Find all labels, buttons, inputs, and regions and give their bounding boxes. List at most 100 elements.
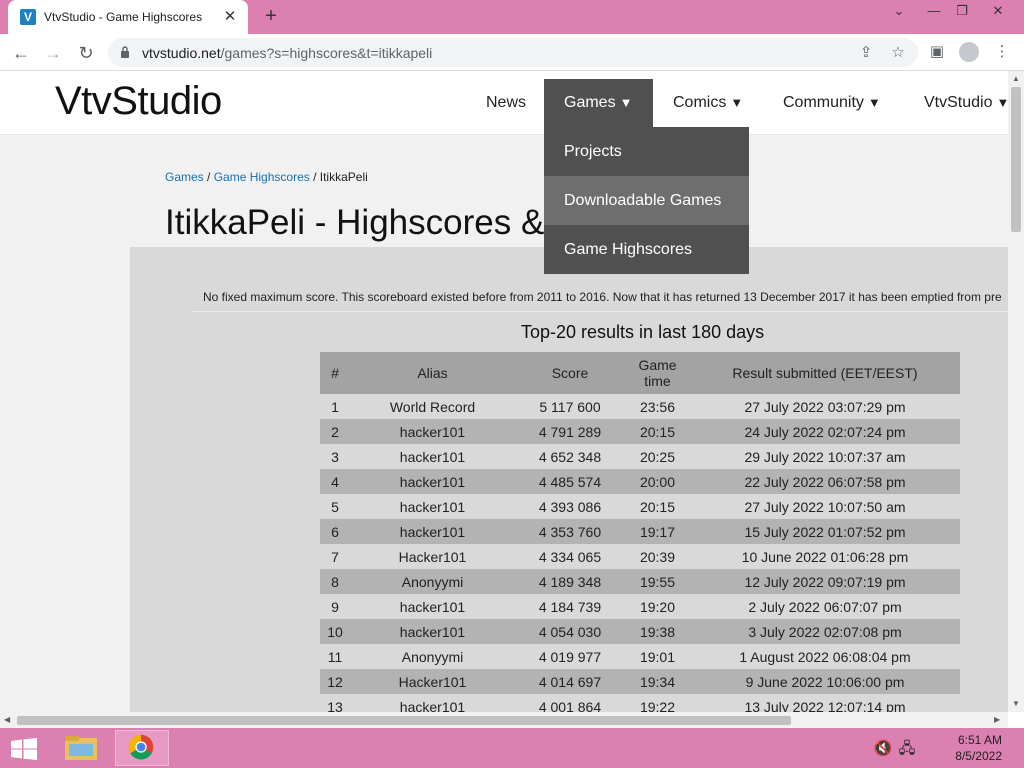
horizontal-scroll-thumb[interactable]: [17, 716, 791, 725]
table-row: 1 World Record 5 117 600 23:56 27 July 2022 …: [320, 394, 960, 419]
cell-alias: hacker101: [350, 444, 515, 469]
cell-rank: 12: [320, 669, 350, 694]
scroll-right-icon[interactable]: ▶: [994, 715, 1000, 724]
new-tab-icon[interactable]: +: [260, 5, 282, 27]
cell-rank: 8: [320, 569, 350, 594]
page-title: ItikkaPeli - Highscores &: [165, 203, 545, 242]
table-header-row: # Alias Score Game time Result submitted …: [320, 352, 960, 394]
scoreboard-notice: No fixed maximum score. This scoreboard …: [203, 290, 1002, 304]
cell-date: 27 July 2022 10:07:50 am: [690, 494, 960, 519]
side-panel-icon[interactable]: ▣: [926, 41, 948, 63]
menu-item-projects[interactable]: Projects: [544, 127, 749, 176]
breadcrumb-games[interactable]: Games: [165, 170, 204, 184]
lock-icon: [121, 46, 129, 58]
cell-score: 4 019 977: [515, 644, 625, 669]
results-subheading: Top-20 results in last 180 days: [521, 322, 765, 342]
cell-date: 10 June 2022 01:06:28 pm: [690, 544, 960, 569]
network-icon[interactable]: 🖧: [896, 738, 918, 760]
cell-rank: 7: [320, 544, 350, 569]
header-score: Score: [515, 352, 625, 394]
menu-item-game-highscores[interactable]: Game Highscores: [544, 225, 749, 274]
cell-time: 23:56: [625, 394, 690, 419]
windows-start-icon[interactable]: [10, 738, 38, 760]
profile-avatar-icon[interactable]: [959, 42, 979, 62]
cell-alias: Hacker101: [350, 544, 515, 569]
browser-tab[interactable]: V VtvStudio - Game Highscores ✕: [8, 0, 248, 34]
nav-vtvstudio[interactable]: VtvStudio ▼: [904, 79, 1008, 127]
nav-news[interactable]: News: [466, 79, 546, 127]
nav-games[interactable]: Games ▼: [544, 79, 653, 127]
cell-time: 20:25: [625, 444, 690, 469]
system-clock[interactable]: 6:51 AM 8/5/2022: [955, 732, 1002, 764]
restore-icon[interactable]: ❐: [944, 0, 980, 24]
tab-title: VtvStudio - Game Highscores: [44, 10, 203, 24]
games-dropdown-menu: Projects Downloadable Games Game Highsco…: [544, 127, 749, 274]
address-bar[interactable]: vtvstudio.net/games?s=highscores&t=itikk…: [108, 38, 918, 67]
cell-alias: hacker101: [350, 519, 515, 544]
table-row: 8 Anonyymi 4 189 348 19:55 12 July 2022 09:0…: [320, 569, 960, 594]
chrome-taskbar-icon[interactable]: [115, 730, 169, 766]
cell-time: 19:20: [625, 594, 690, 619]
header-rank: #: [320, 352, 350, 394]
file-explorer-icon[interactable]: [54, 730, 108, 766]
speaker-muted-icon[interactable]: 🔇: [872, 738, 894, 760]
vertical-scrollbar[interactable]: ▲ ▼: [1008, 71, 1024, 712]
cell-rank: 4: [320, 469, 350, 494]
cell-score: 5 117 600: [515, 394, 625, 419]
header-result-submitted: Result submitted (EET/EEST): [690, 352, 960, 394]
table-row: 7 Hacker101 4 334 065 20:39 10 June 2022 01:…: [320, 544, 960, 569]
vertical-scroll-thumb[interactable]: [1011, 87, 1021, 232]
browser-titlebar: V VtvStudio - Game Highscores ✕ + ⌄ — ❐ …: [0, 0, 1024, 34]
window-close-icon[interactable]: ✕: [980, 0, 1016, 24]
nav-comics[interactable]: Comics ▼: [653, 79, 763, 127]
more-menu-icon[interactable]: ⋮: [991, 41, 1013, 63]
cell-score: 4 054 030: [515, 619, 625, 644]
horizontal-scrollbar[interactable]: ◀ ▶: [0, 712, 1008, 728]
cell-date: 9 June 2022 10:06:00 pm: [690, 669, 960, 694]
cell-alias: Hacker101: [350, 669, 515, 694]
cell-alias: hacker101: [350, 419, 515, 444]
site-favicon-icon: V: [20, 9, 36, 25]
cell-alias: hacker101: [350, 594, 515, 619]
cell-date: 13 July 2022 12:07:14 pm: [690, 694, 960, 712]
cell-score: 4 184 739: [515, 594, 625, 619]
scroll-down-icon[interactable]: ▼: [1012, 699, 1020, 708]
caret-down-icon: ▼: [730, 95, 744, 110]
table-row: 11 Anonyymi 4 019 977 19:01 1 August 2022 06…: [320, 644, 960, 669]
site-logo[interactable]: VtvStudio: [55, 79, 222, 124]
cell-alias: World Record: [350, 394, 515, 419]
cell-date: 22 July 2022 06:07:58 pm: [690, 469, 960, 494]
back-arrow-icon[interactable]: ←: [8, 40, 34, 66]
forward-arrow-icon[interactable]: →: [40, 40, 66, 66]
bookmark-star-icon[interactable]: ☆: [888, 43, 908, 63]
cell-rank: 1: [320, 394, 350, 419]
cell-date: 27 July 2022 03:07:29 pm: [690, 394, 960, 419]
reload-icon[interactable]: ↻: [73, 40, 99, 66]
tab-close-icon[interactable]: ✕: [222, 9, 238, 25]
caret-down-icon: ▼: [996, 95, 1008, 110]
table-row: 6 hacker101 4 353 760 19:17 15 July 2022 01:…: [320, 519, 960, 544]
table-row: 4 hacker101 4 485 574 20:00 22 July 2022 06:…: [320, 469, 960, 494]
cell-score: 4 652 348: [515, 444, 625, 469]
scroll-left-icon[interactable]: ◀: [4, 715, 10, 724]
cell-alias: hacker101: [350, 494, 515, 519]
header-alias: Alias: [350, 352, 515, 394]
menu-item-downloadable-games[interactable]: Downloadable Games: [544, 176, 749, 225]
breadcrumb-highscores[interactable]: Game Highscores: [214, 170, 310, 184]
tab-search-icon[interactable]: ⌄: [881, 0, 917, 24]
cell-score: 4 189 348: [515, 569, 625, 594]
highscores-panel: No fixed maximum score. This scoreboard …: [130, 247, 1008, 712]
cell-score: 4 393 086: [515, 494, 625, 519]
nav-community[interactable]: Community ▼: [763, 79, 901, 127]
cell-alias: Anonyymi: [350, 644, 515, 669]
cell-score: 4 353 760: [515, 519, 625, 544]
cell-alias: hacker101: [350, 469, 515, 494]
share-icon[interactable]: ⇪: [856, 43, 876, 63]
cell-time: 19:55: [625, 569, 690, 594]
scroll-up-icon[interactable]: ▲: [1012, 74, 1020, 83]
cell-rank: 10: [320, 619, 350, 644]
browser-toolbar: ← → ↻ vtvstudio.net/games?s=highscores&t…: [0, 34, 1024, 71]
table-row: 3 hacker101 4 652 348 20:25 29 July 2022 10:…: [320, 444, 960, 469]
header-game-time: Game time: [625, 352, 690, 394]
cell-score: 4 014 697: [515, 669, 625, 694]
